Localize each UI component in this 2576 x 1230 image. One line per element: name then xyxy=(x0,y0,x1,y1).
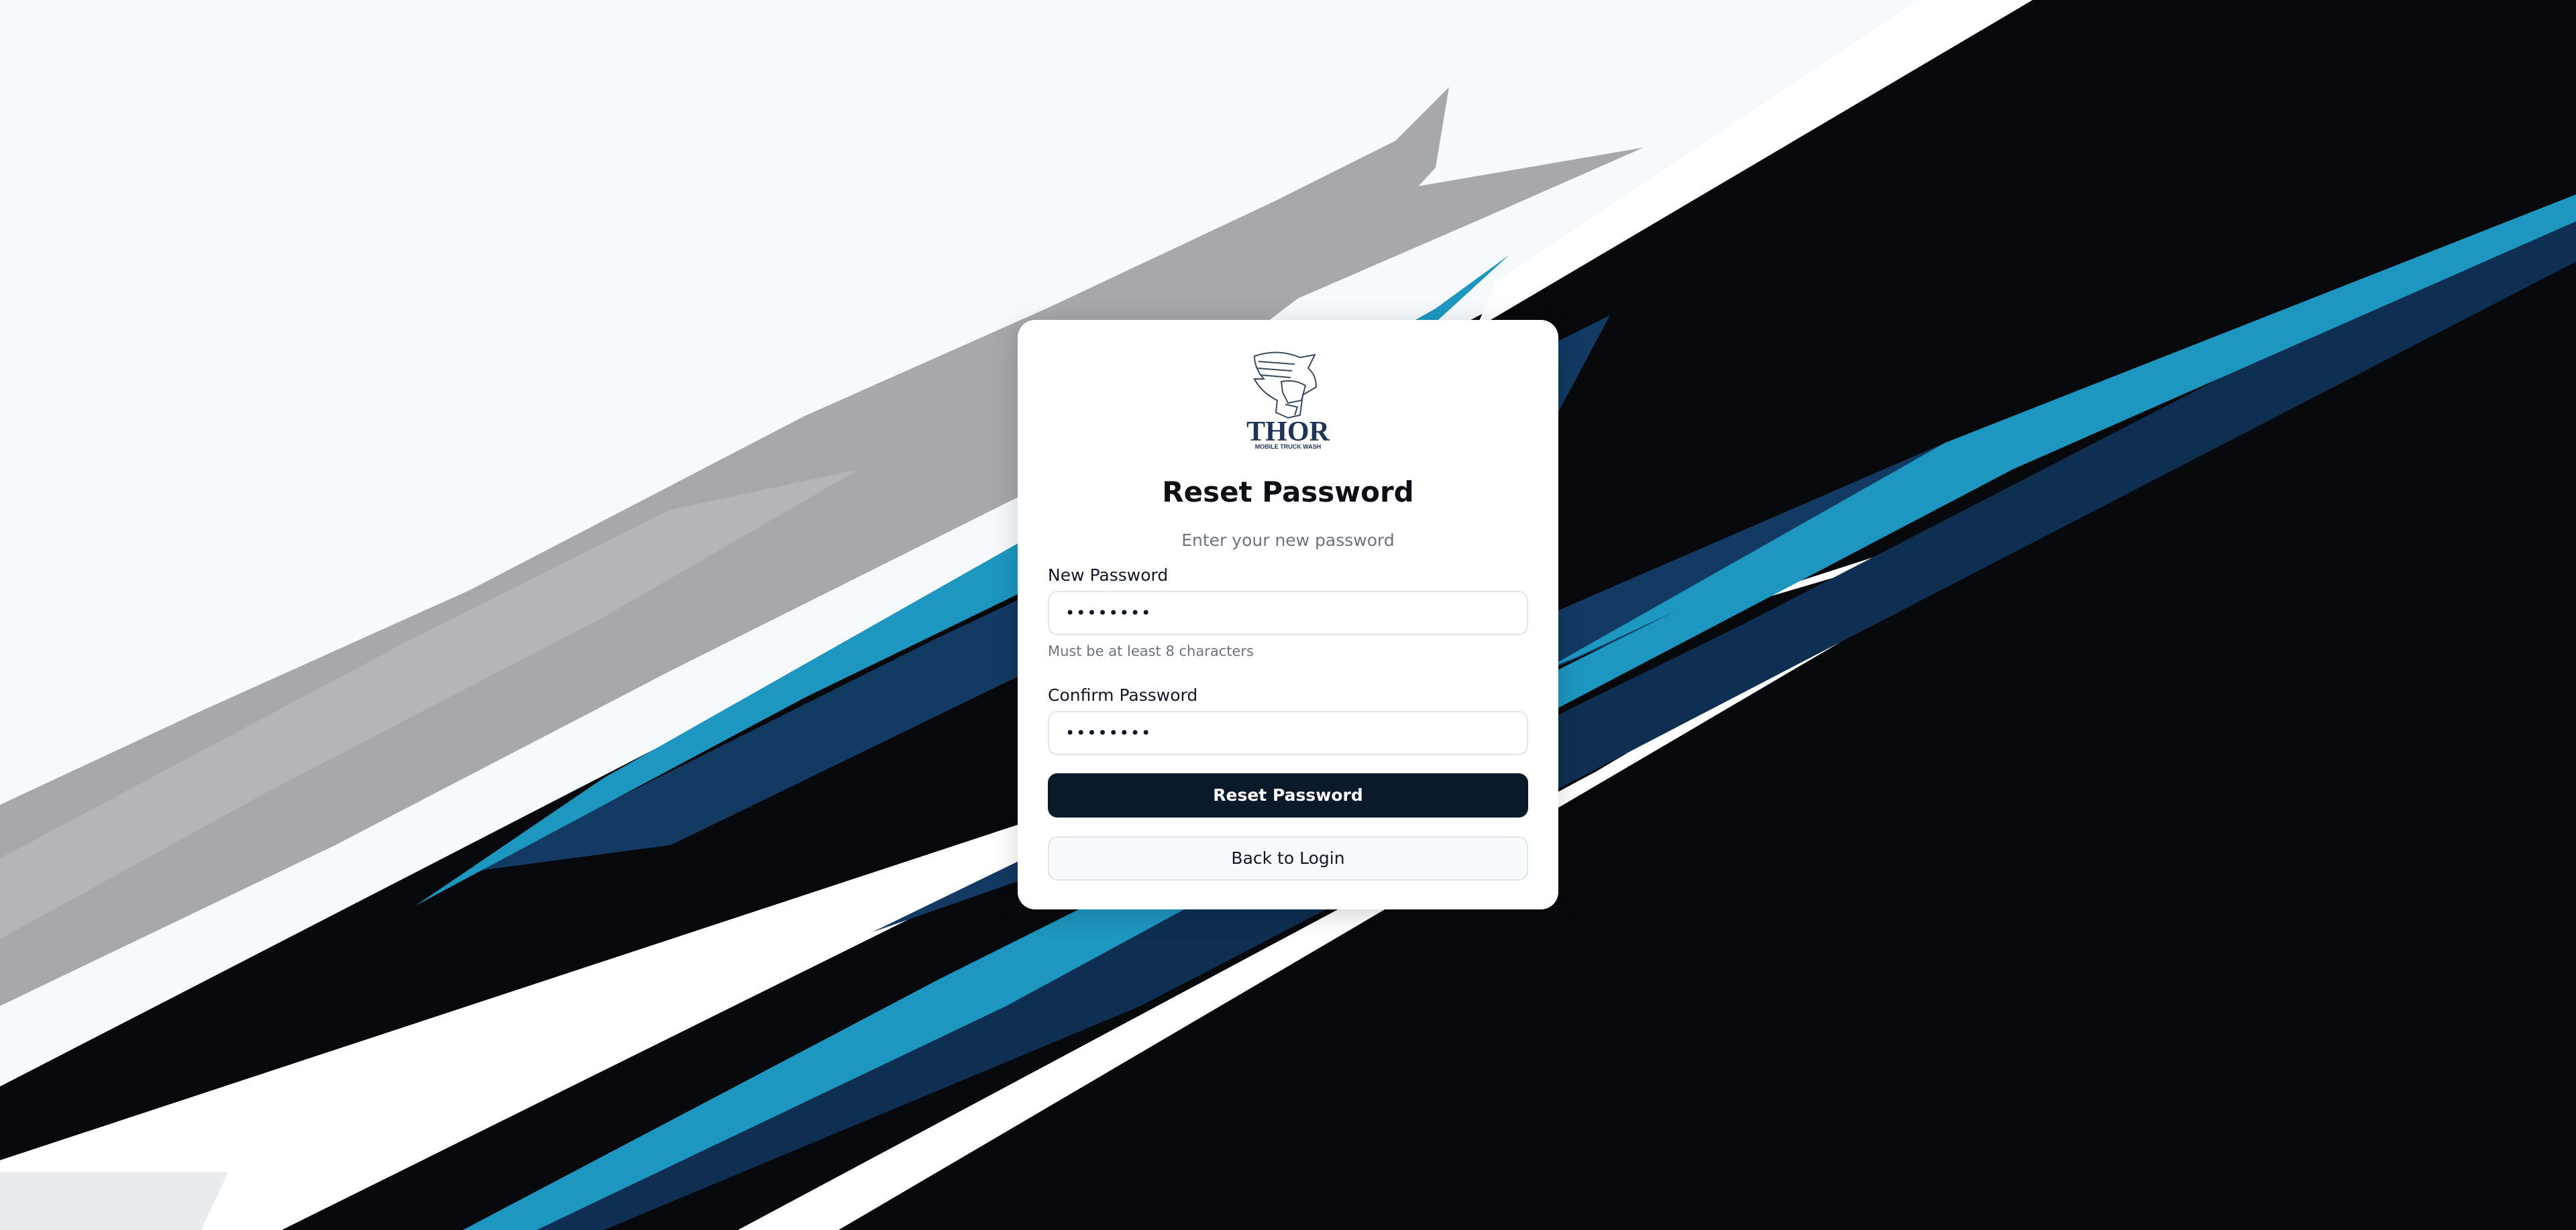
new-password-input[interactable]: •••••••• xyxy=(1048,591,1528,635)
confirm-password-input[interactable]: •••••••• xyxy=(1048,711,1528,755)
reset-password-button[interactable]: Reset Password xyxy=(1048,773,1528,818)
new-password-label: New Password xyxy=(1048,565,1169,585)
reset-password-card: THOR MOBILE TRUCK WASH Reset Password En… xyxy=(1018,320,1558,909)
thor-logo: THOR MOBILE TRUCK WASH xyxy=(1246,351,1330,450)
logo-tagline: MOBILE TRUCK WASH xyxy=(1255,443,1322,450)
page-subtitle: Enter your new password xyxy=(1181,530,1395,550)
gray-strip-bottom xyxy=(0,1172,228,1230)
password-hint: Must be at least 8 characters xyxy=(1048,643,1254,659)
page-title: Reset Password xyxy=(1162,476,1414,508)
viking-helmet-icon xyxy=(1253,351,1318,419)
back-to-login-button[interactable]: Back to Login xyxy=(1048,836,1528,881)
confirm-password-label: Confirm Password xyxy=(1048,685,1198,705)
